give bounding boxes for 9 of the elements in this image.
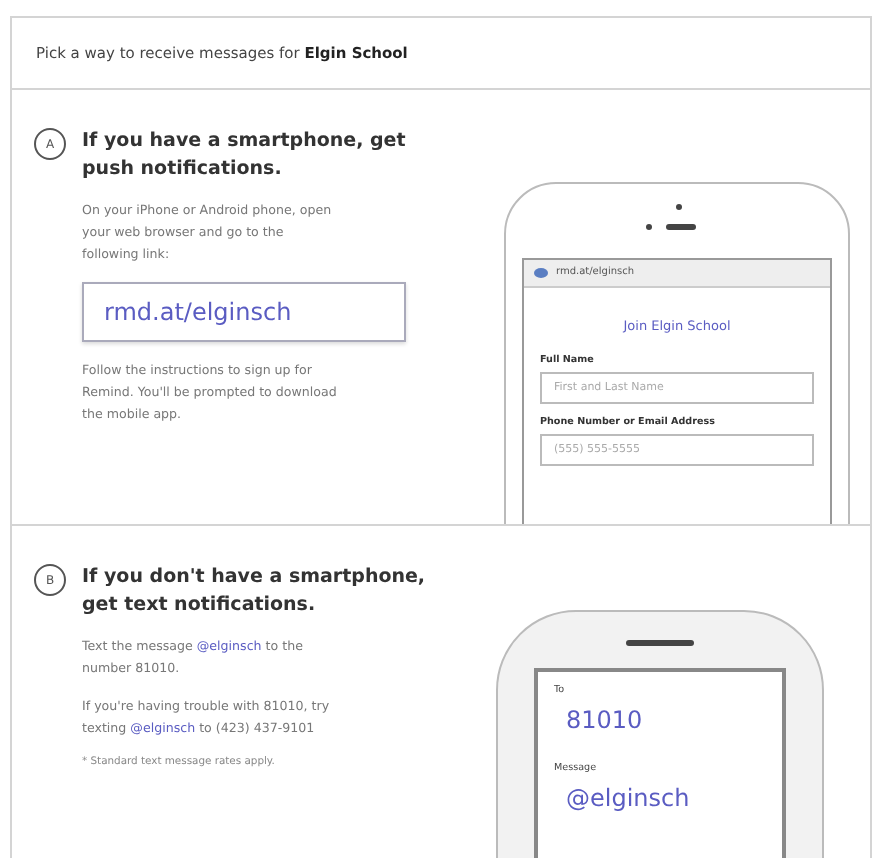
option-title: If you don't have a smartphone, get text notifications. — [82, 564, 428, 620]
camera-icon — [646, 224, 652, 230]
speaker-icon — [626, 640, 694, 646]
link-field[interactable]: rmd.at/elginsch — [82, 281, 406, 342]
field-value: 81010 — [566, 704, 645, 739]
camera-icon — [676, 204, 682, 210]
field-value: @elginsch — [566, 782, 692, 817]
speaker-icon — [666, 224, 696, 230]
option-title: If you have a smartphone, get push notifications. — [82, 128, 408, 184]
